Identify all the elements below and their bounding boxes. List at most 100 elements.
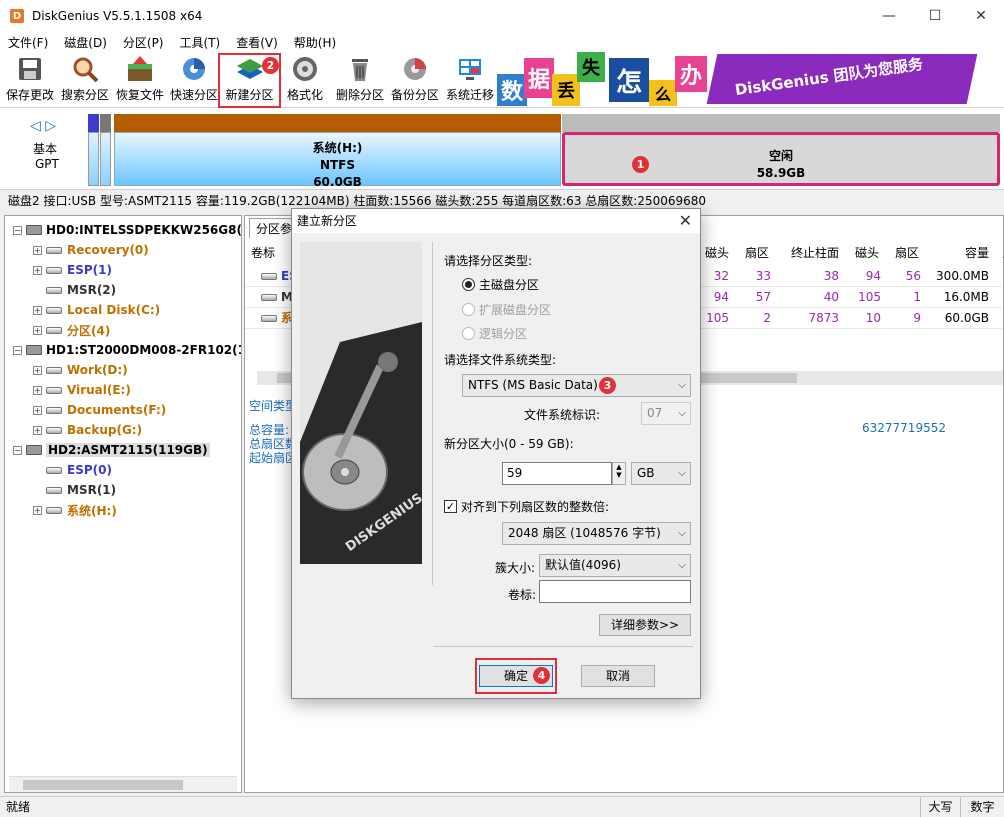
tree-partition-item[interactable]: ESP(0) [33, 460, 112, 480]
tree-disk-item[interactable]: − HD0:INTELSSDPEKKW256G8(23 [13, 220, 241, 240]
backup-partition-button[interactable]: 备份分区 [389, 54, 441, 106]
radio-extended-dot[interactable] [462, 303, 475, 316]
volume-label-input[interactable] [539, 580, 691, 603]
tree-partition-item[interactable]: + Work(D:) [33, 360, 128, 380]
tree-expander-icon[interactable]: + [33, 385, 42, 395]
align-check-icon[interactable]: ✓ [444, 500, 457, 513]
tree-partition-item[interactable]: + 系统(H:) [33, 500, 117, 520]
cluster-size-select[interactable]: 默认值(4096) ⌵ [539, 554, 691, 577]
tree-expander-icon[interactable]: − [13, 225, 22, 235]
recover-icon [125, 54, 155, 83]
align-sectors-select[interactable]: 2048 扇区 (1048576 字节) ⌵ [502, 522, 691, 545]
tree-expander-icon[interactable]: − [13, 345, 22, 355]
hard-disk-icon [26, 445, 42, 455]
partition-icon [261, 315, 277, 322]
tree-partition-item[interactable]: MSR(1) [33, 480, 116, 500]
partition-block-free[interactable]: 空闲 58.9GB 1 [562, 114, 1000, 186]
menu-tools[interactable]: 工具(T) [172, 34, 229, 51]
menu-partition[interactable]: 分区(P) [115, 34, 172, 51]
size-unit-select[interactable]: GB ⌵ [631, 462, 691, 485]
status-text: 就绪 [6, 800, 31, 814]
radio-logical[interactable]: 逻辑分区 [462, 325, 527, 342]
col-head-start: 磁头 [705, 246, 730, 260]
menu-help[interactable]: 帮助(H) [286, 34, 344, 51]
new-partition-icon [235, 55, 265, 83]
system-migrate-button[interactable]: 系统迁移 [444, 54, 496, 106]
radio-primary-dot[interactable] [462, 278, 475, 291]
tree-expander-icon[interactable]: + [33, 305, 42, 315]
tree-partition-item[interactable]: + Backup(G:) [33, 420, 142, 440]
cluster-size-value: 默认值(4096) [545, 558, 621, 572]
tree-partition-item[interactable]: + Recovery(0) [33, 240, 149, 260]
tree-expander-icon[interactable]: + [33, 245, 42, 255]
ad-banner[interactable]: 数 据 丢 失 怎 么 办 DiskGenius 团队为您服务 [497, 52, 1004, 107]
tree-item-label: 系统(H:) [67, 503, 117, 518]
tree-partition-item[interactable]: + Virual(E:) [33, 380, 131, 400]
quick-partition-label: 快速分区 [169, 88, 218, 102]
partition-block-system[interactable]: 系统(H:) NTFS 60.0GB [114, 114, 561, 189]
details-button[interactable]: 详细参数>> [599, 614, 691, 636]
format-button[interactable]: 格式化 [283, 54, 327, 106]
partition-block-msr[interactable] [100, 114, 111, 186]
table-cell: 2 [763, 311, 771, 325]
tree-hscroll-thumb[interactable] [23, 780, 183, 790]
magnifier-icon [70, 54, 100, 83]
minimize-button[interactable]: — [866, 0, 912, 32]
menu-disk[interactable]: 磁盘(D) [56, 34, 115, 51]
tree-expander-icon[interactable]: + [33, 425, 42, 435]
search-partition-button[interactable]: 搜索分区 [58, 54, 112, 106]
tree-partition-item[interactable]: + 分区(4) [33, 320, 110, 340]
menu-file[interactable]: 文件(F) [0, 34, 56, 51]
system-partition-name: 系统(H:) [312, 141, 363, 155]
tree-expander-icon[interactable]: + [33, 405, 42, 415]
tree-hscrollbar[interactable] [9, 776, 237, 792]
tree-partition-item[interactable]: MSR(2) [33, 280, 116, 300]
recover-files-button[interactable]: 恢复文件 [114, 54, 166, 106]
maximize-button[interactable]: ☐ [912, 0, 958, 32]
tree-disk-item[interactable]: − HD1:ST2000DM008-2FR102(186 [13, 340, 241, 360]
chevron-down-icon: ⌵ [678, 380, 686, 391]
size-spinner[interactable]: ▲ ▼ [612, 462, 626, 485]
align-checkbox[interactable]: ✓ 对齐到下列扇区数的整数倍: [444, 498, 609, 515]
tree-partition-item[interactable]: + ESP(1) [33, 260, 112, 280]
fs-type-value: NTFS (MS Basic Data) [468, 378, 598, 392]
step-badge-2: 2 [262, 57, 279, 74]
caps-indicator: 大写 [920, 797, 960, 817]
tree-expander-icon[interactable]: + [33, 325, 42, 335]
partition-size-input[interactable]: 59 [502, 462, 612, 485]
partition-icon [46, 246, 62, 254]
tree-expander-icon[interactable]: + [33, 505, 42, 515]
banner-char: 么 [649, 80, 677, 106]
toolbar: 保存更改 搜索分区 恢复文件 快速分区 新建分区 2 格式化 删除分区 备份分区… [0, 52, 1004, 108]
fs-id-select[interactable]: 07 ⌵ [641, 402, 691, 425]
banner-char: 办 [675, 56, 707, 92]
tree-expander-icon[interactable]: + [33, 265, 42, 275]
radio-primary[interactable]: 主磁盘分区 [462, 276, 539, 293]
radio-extended[interactable]: 扩展磁盘分区 [462, 301, 551, 318]
tree-item-label: 分区(4) [67, 323, 111, 338]
quick-partition-button[interactable]: 快速分区 [168, 54, 220, 106]
step-badge-1: 1 [632, 156, 649, 173]
save-changes-button[interactable]: 保存更改 [4, 54, 56, 106]
disk-nav-arrows[interactable]: ◁ ▷ [30, 118, 56, 134]
tree-partition-item[interactable]: + Documents(F:) [33, 400, 166, 420]
tree-disk-item[interactable]: − HD2:ASMT2115(119GB) [13, 440, 210, 460]
menu-view[interactable]: 查看(V) [228, 34, 286, 51]
cancel-button[interactable]: 取消 [581, 665, 655, 687]
tree-item-label: Virual(E:) [67, 383, 131, 397]
tree-expander-icon[interactable]: + [33, 365, 42, 375]
tree-expander-icon[interactable]: − [13, 445, 22, 455]
fs-type-select[interactable]: NTFS (MS Basic Data) ⌵ [462, 374, 691, 397]
delete-partition-label: 删除分区 [335, 88, 384, 102]
close-button[interactable]: ✕ [958, 0, 1004, 32]
radio-logical-dot[interactable] [462, 327, 475, 340]
tree-partition-item[interactable]: + Local Disk(C:) [33, 300, 160, 320]
fs-id-label: 文件系统标识: [524, 408, 601, 422]
hard-disk-icon [26, 225, 42, 235]
partition-block-esp[interactable] [88, 114, 99, 186]
dialog-close-button[interactable]: ✕ [679, 209, 692, 233]
backup-icon [400, 54, 430, 83]
delete-partition-button[interactable]: 删除分区 [332, 54, 388, 106]
align-sectors-value: 2048 扇区 (1048576 字节) [508, 526, 661, 540]
fs-id-value: 07 [647, 406, 663, 420]
